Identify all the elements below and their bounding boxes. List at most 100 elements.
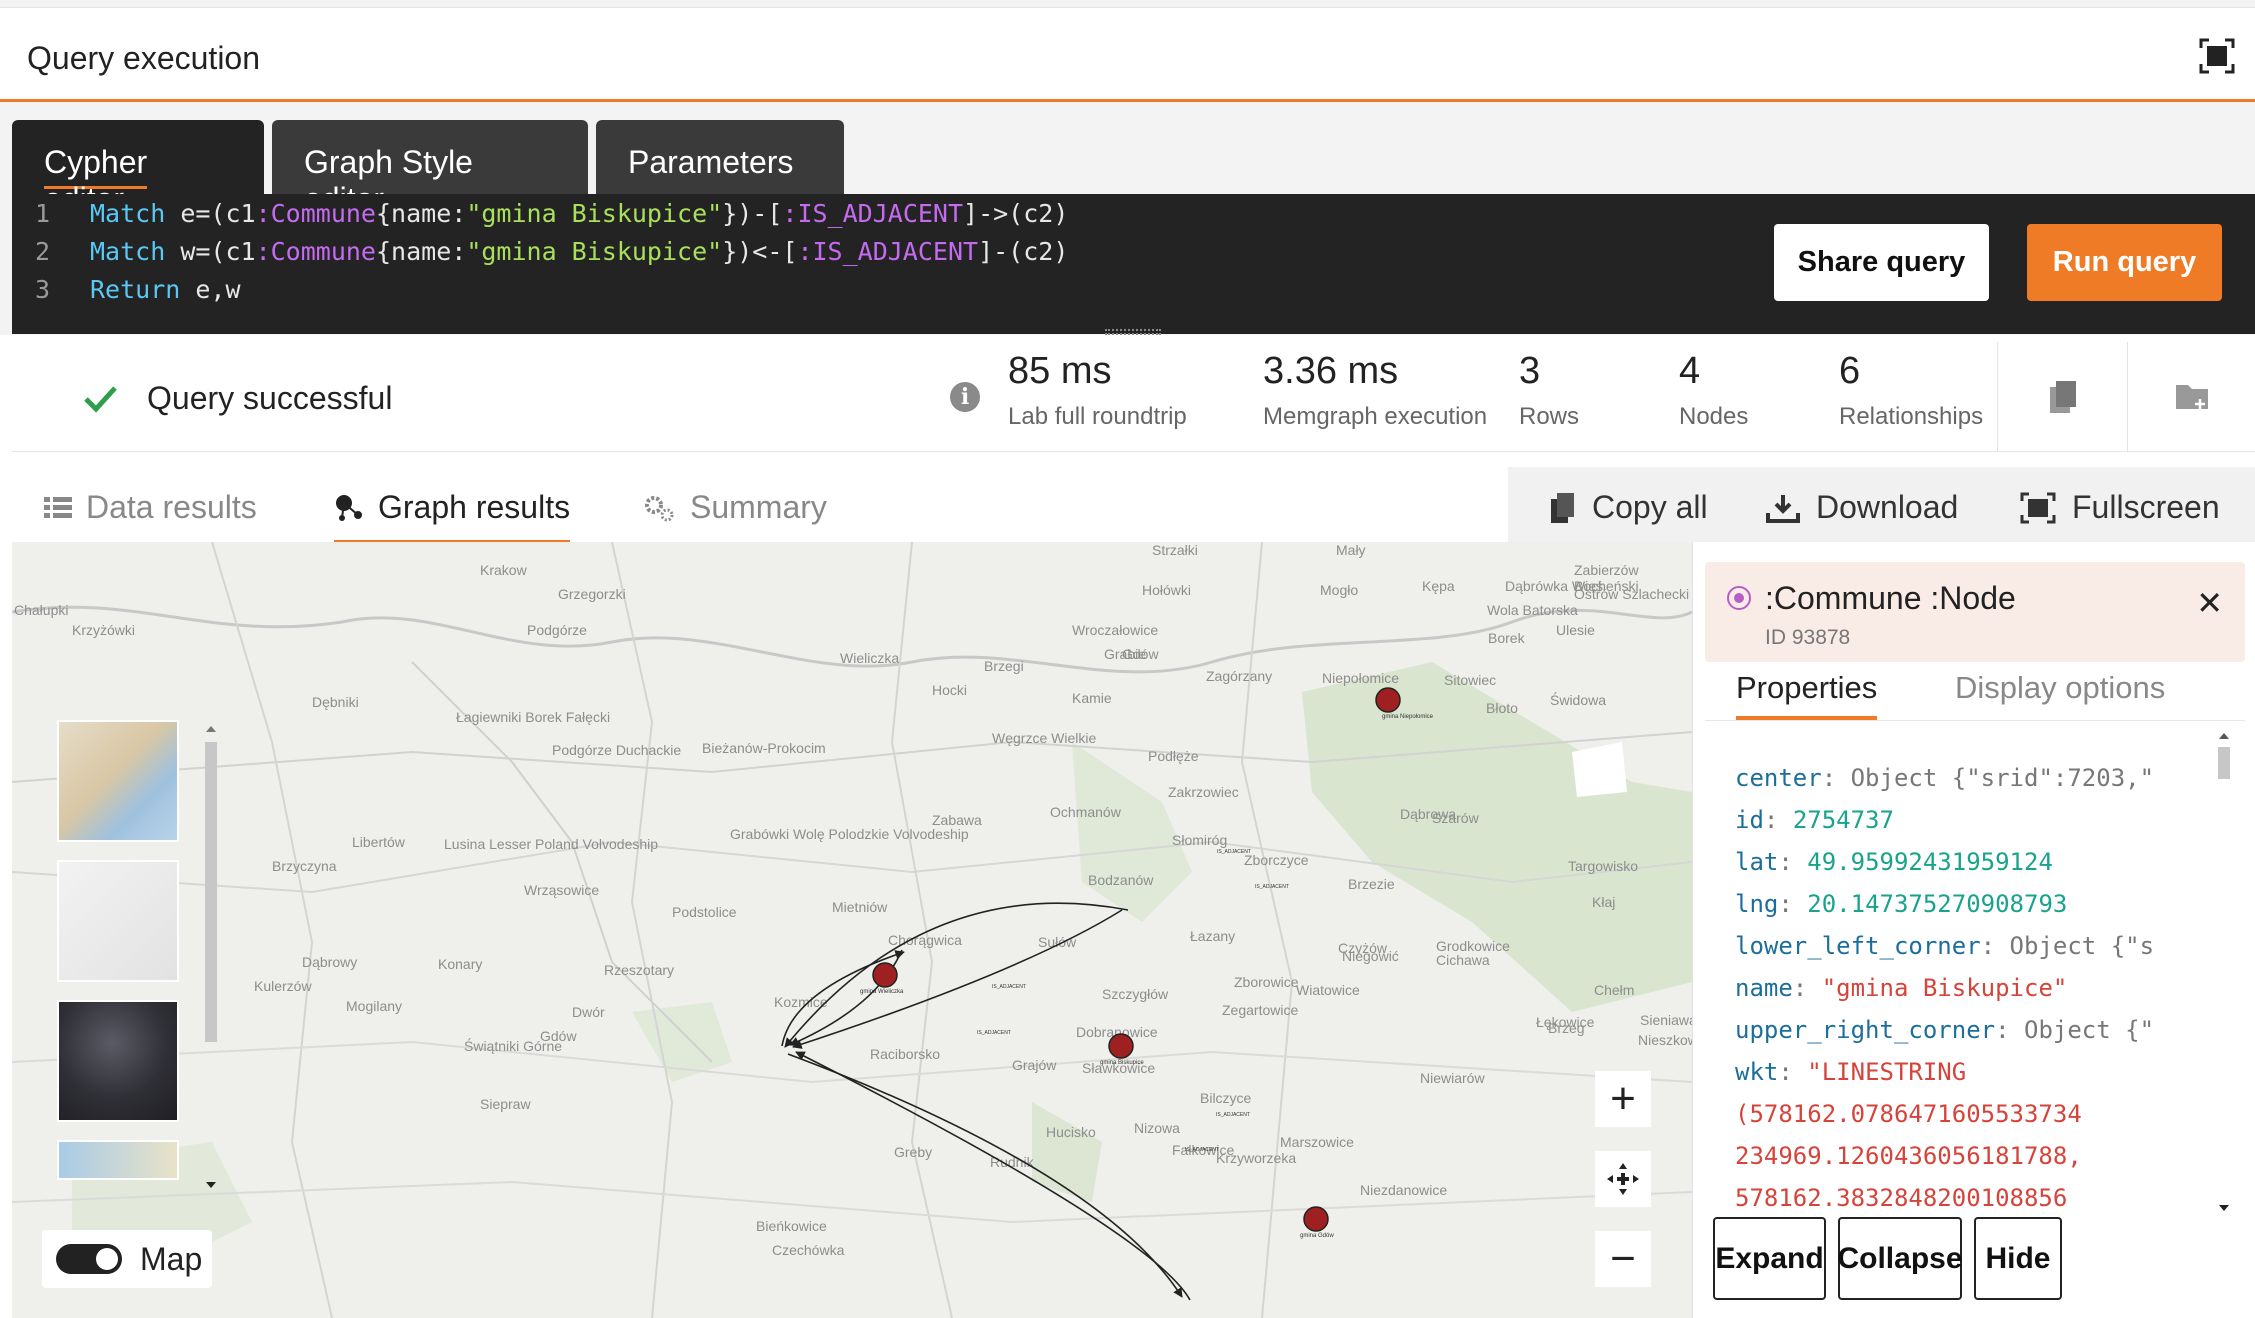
node-label: gmina Gdów xyxy=(1300,1233,1334,1239)
stat-label: Nodes xyxy=(1679,403,1749,430)
property-row: upper_right_corner: Object {" xyxy=(1735,1016,2155,1044)
tab-label: Summary xyxy=(690,489,827,525)
save-query-button[interactable] xyxy=(2127,342,2255,452)
copy-all-button[interactable]: Copy all xyxy=(1550,489,1708,526)
fullscreen-icon[interactable] xyxy=(2199,38,2235,74)
info-icon[interactable]: i xyxy=(950,382,980,412)
node-label: gmina Niepołomice xyxy=(1382,714,1434,720)
property-key: center xyxy=(1735,764,1822,792)
layer-thumb-terrain[interactable] xyxy=(57,1140,179,1180)
copy-results-button[interactable] xyxy=(1997,342,2127,452)
property-row: lat: 49.95992431959124 xyxy=(1735,848,2053,876)
expand-button[interactable]: Expand xyxy=(1713,1217,1826,1300)
properties-scrollbar[interactable] xyxy=(2215,727,2233,1217)
tab-summary[interactable]: Summary xyxy=(642,489,827,526)
download-button[interactable]: Download xyxy=(1766,489,1958,526)
query-status-bar: Query successful i 85 ms Lab full roundtr… xyxy=(12,342,2255,452)
property-key: wkt xyxy=(1735,1058,1779,1086)
table-icon xyxy=(44,496,72,518)
minus-icon: − xyxy=(1610,1234,1636,1283)
tab-cypher-editor[interactable]: Cypher editor xyxy=(12,120,264,226)
layer-scrollbar[interactable] xyxy=(202,720,220,1195)
tab-data-results[interactable]: Data results xyxy=(44,489,257,526)
code-label: :IS_ADJACENT xyxy=(782,199,964,228)
node-id: ID 93878 xyxy=(1765,626,1851,649)
status-text: Query successful xyxy=(147,380,393,416)
fullscreen-icon xyxy=(2020,492,2056,523)
property-value-continued: 578162.3832848200108856 xyxy=(1735,1184,2068,1212)
stat-value: 4 xyxy=(1679,350,1701,392)
tab-display-options[interactable]: Display options xyxy=(1955,670,2165,706)
resize-handle[interactable] xyxy=(1105,329,1161,335)
layer-thumb-standard[interactable] xyxy=(57,720,179,842)
property-value: Object {"s xyxy=(2009,932,2155,960)
code-keyword: Return xyxy=(90,275,181,304)
code-text: {name: xyxy=(376,199,467,228)
stat-roundtrip: 85 ms Lab full roundtrip xyxy=(1008,350,1187,431)
zoom-in-button[interactable]: + xyxy=(1595,1071,1651,1127)
tab-properties[interactable]: Properties xyxy=(1736,670,1878,720)
download-icon xyxy=(1766,494,1800,523)
editor-panel: Cypher editor Graph Style editor Paramet… xyxy=(0,102,2255,335)
graph-node[interactable] xyxy=(1375,687,1401,713)
run-query-button[interactable]: Run query xyxy=(2027,224,2222,301)
graph-node[interactable] xyxy=(872,962,898,988)
node-title: :Commune :Node xyxy=(1765,580,2016,616)
fullscreen-button[interactable]: Fullscreen xyxy=(2020,489,2220,526)
code-line: 1 Match e=(c1:Commune{name:"gmina Biskupi… xyxy=(12,199,1068,237)
toggle-switch[interactable] xyxy=(56,1244,122,1274)
edge-label: IS_ADJACENT xyxy=(1216,1112,1250,1118)
close-icon[interactable]: ✕ xyxy=(2196,584,2223,622)
property-row: id: 2754737 xyxy=(1735,806,1894,834)
code-keyword: Match xyxy=(90,199,166,228)
code-label: :Commune xyxy=(255,237,376,266)
edge-label: IS_ADJACENT xyxy=(977,1030,1011,1036)
selected-node-card: :Commune :Node ID 93878 ✕ xyxy=(1705,562,2245,662)
code-keyword: Match xyxy=(90,237,166,266)
edge-label: IS_ADJACENT xyxy=(992,984,1026,990)
collapse-button[interactable]: Collapse xyxy=(1837,1217,1963,1300)
layer-thumb-dark[interactable] xyxy=(57,1000,179,1122)
graph-node[interactable] xyxy=(1108,1033,1134,1059)
plus-icon: + xyxy=(1610,1074,1636,1123)
map-toggle[interactable]: Map xyxy=(42,1230,212,1288)
graph-edge[interactable] xyxy=(787,1053,1183,1298)
tab-graph-results[interactable]: Graph results xyxy=(334,489,571,544)
property-row: lower_left_corner: Object {"s xyxy=(1735,932,2155,960)
tab-parameters[interactable]: Parameters xyxy=(596,120,844,194)
gears-icon xyxy=(645,495,674,521)
tab-graph-style-editor[interactable]: Graph Style editor xyxy=(272,120,588,217)
property-row: name: "gmina Biskupice" xyxy=(1735,974,2068,1002)
code-text: ]-(c2) xyxy=(978,237,1069,266)
stat-label: Lab full roundtrip xyxy=(1008,403,1187,430)
result-actions-bar: Copy all Download Fullscreen xyxy=(1508,467,2255,542)
zoom-out-button[interactable]: − xyxy=(1595,1231,1651,1287)
line-number: 2 xyxy=(34,237,50,266)
stat-value: 3.36 ms xyxy=(1263,350,1399,392)
graph-map-view[interactable]: Krakow Grzegorzki Podgórze Chałupki Krzyżówk… xyxy=(12,542,1692,1318)
code-line: 3 Return e,w xyxy=(12,275,241,313)
property-value-continued: 234969.1260436056181788, xyxy=(1735,1142,2082,1170)
graph-edge[interactable] xyxy=(795,1051,1191,1301)
hide-button[interactable]: Hide xyxy=(1974,1217,2062,1300)
graph-canvas[interactable] xyxy=(12,542,1692,1318)
graph-node[interactable] xyxy=(1303,1206,1329,1232)
center-graph-button[interactable] xyxy=(1595,1151,1651,1207)
stat-value: 3 xyxy=(1519,350,1541,392)
property-value: 2754737 xyxy=(1792,806,1894,834)
property-key: id xyxy=(1735,806,1764,834)
stat-nodes: 4 Nodes xyxy=(1679,350,1748,431)
code-text: e=(c1 xyxy=(165,199,256,228)
share-query-button[interactable]: Share query xyxy=(1774,224,1989,301)
page-title: Query execution xyxy=(27,40,261,76)
stat-label: Rows xyxy=(1519,403,1580,430)
property-row: wkt: "LINESTRING xyxy=(1735,1058,1967,1086)
query-execution-header: Query execution xyxy=(0,8,2255,102)
node-color-icon xyxy=(1727,586,1751,610)
layer-thumb-light[interactable] xyxy=(57,860,179,982)
code-text: {name: xyxy=(376,237,467,266)
stat-label: Memgraph execution xyxy=(1263,403,1488,430)
copy-icon xyxy=(2049,381,2076,413)
graph-edge[interactable] xyxy=(784,902,1129,1048)
property-value: "LINESTRING xyxy=(1807,1058,1967,1086)
